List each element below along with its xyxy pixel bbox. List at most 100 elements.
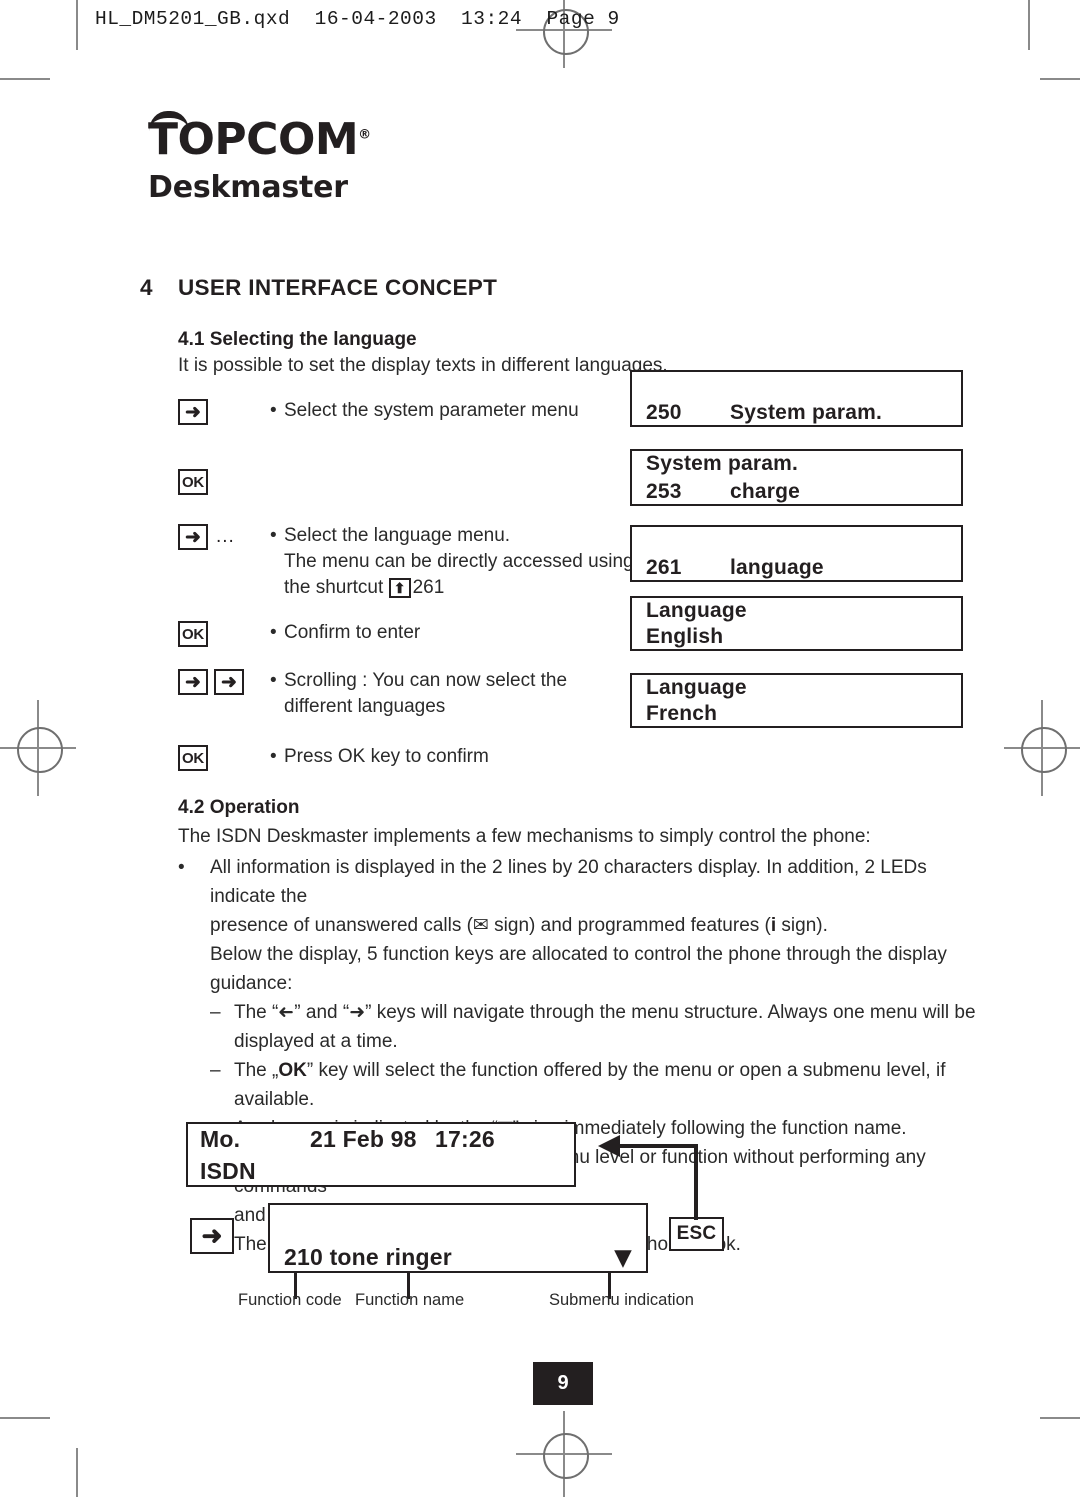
section-42-intro: The ISDN Deskmaster implements a few mec…	[178, 826, 871, 847]
dash-2-b: ” key will select the function offered b…	[234, 1060, 946, 1110]
step-text: • Press OK key to confirm	[270, 744, 489, 770]
registration-mark-bottom	[516, 1411, 612, 1497]
step-line-1: Select the language menu.	[284, 525, 511, 546]
section-41-intro: It is possible to set the display texts …	[178, 355, 668, 376]
idle-line2: ISDN	[200, 1158, 256, 1184]
dash-text: The “➜” and “➜” keys will navigate throu…	[234, 998, 976, 1056]
diagram-menu-display: 210 tone ringer ▼	[268, 1203, 648, 1273]
display-code: 253	[646, 480, 682, 503]
step-line: Confirm to enter	[284, 622, 421, 643]
registered-trademark-icon: ®	[358, 127, 371, 143]
crop-rule-left-top	[76, 0, 78, 50]
registration-mark-right	[1004, 700, 1080, 796]
display-line-1	[632, 527, 961, 554]
step-text: • Scrolling : You can now select the diff…	[270, 668, 567, 720]
bullet-line-1: All information is displayed in the 2 li…	[210, 857, 927, 907]
display-text: English	[646, 625, 724, 648]
step-line: Press OK key to confirm	[284, 746, 489, 767]
bullet-icon: •	[270, 670, 277, 691]
dash-1-a: The “	[234, 1002, 279, 1023]
idle-display-line-2: ISDN	[188, 1155, 574, 1186]
page-number-badge: 9	[533, 1362, 593, 1405]
display-line-1: Language	[632, 675, 961, 701]
menu-line2-left: 210 tone ringer	[284, 1244, 452, 1271]
step-line-2: The menu can be directly accessed using	[284, 551, 634, 572]
up-arrow-key-icon[interactable]: ⬆	[388, 577, 411, 598]
arrow-right-key-icon[interactable]: ➜	[178, 524, 208, 550]
operation-bullet: • All information is displayed in the 2 …	[178, 853, 978, 998]
dash-1-b: ” and “	[294, 1002, 350, 1023]
crop-rule-right-top	[1028, 0, 1030, 50]
display-text-top: Language	[646, 675, 747, 699]
arrow-left-key-icon[interactable]: ➜	[178, 669, 208, 695]
shortcut-code: 261	[412, 577, 445, 598]
bullet-line-2a: presence of unanswered calls (	[210, 915, 473, 936]
step-press-ok: OK • Press OK key to confirm	[178, 744, 489, 771]
display-250-system-param: 250 System param.	[630, 370, 963, 427]
display-language-french: Language French	[630, 673, 963, 728]
ok-key-icon[interactable]: OK	[178, 469, 208, 495]
display-language-english: Language English	[630, 596, 963, 651]
display-text: French	[646, 702, 718, 725]
bullet-icon: •	[270, 525, 277, 546]
section-41-heading: 4.1 Selecting the language	[178, 329, 417, 350]
step-line: Select the system parameter menu	[284, 400, 579, 421]
section-4-title: USER INTERFACE CONCEPT	[178, 275, 498, 300]
caption-submenu-indication: Submenu indication	[549, 1291, 694, 1309]
step-keys: OK	[178, 744, 270, 771]
crop-rule-top-right	[1040, 78, 1080, 80]
menu-display-line-1	[270, 1205, 646, 1238]
esc-connector-vertical	[694, 1144, 698, 1220]
display-code: 261	[646, 556, 682, 579]
step-line-2: different languages	[284, 696, 446, 717]
section-4-heading: 4 USER INTERFACE CONCEPT	[140, 275, 497, 301]
topcom-logo: TOPCOM® Deskmaster	[148, 111, 371, 205]
step-text: • Select the system parameter menu	[270, 398, 579, 424]
bullet-line-2b: sign) and programmed features (	[488, 915, 771, 936]
operation-bullet-text: All information is displayed in the 2 li…	[210, 853, 978, 998]
crop-rule-top-left	[0, 78, 50, 80]
ok-key-icon[interactable]: OK	[178, 621, 208, 647]
step-keys: ➜ ➜	[178, 668, 270, 695]
step-keys: ➜ ...	[178, 523, 270, 550]
bullet-line-3: Below the display, 5 function keys are a…	[210, 944, 947, 994]
display-line-2: English	[632, 624, 961, 650]
bullet-icon: •	[270, 622, 277, 643]
section-4-number: 4	[140, 275, 153, 300]
display-line-1: System param.	[632, 451, 961, 478]
ok-key-icon[interactable]: OK	[178, 745, 208, 771]
caption-function-name: Function name	[355, 1291, 465, 1309]
step-select-system-parameter: ➜ • Select the system parameter menu	[178, 398, 579, 425]
step-line-3: the shurtcut	[284, 577, 384, 598]
esc-connector-horizontal	[618, 1144, 698, 1148]
display-line-2: 250 System param.	[632, 399, 961, 426]
ok-key-label: OK	[278, 1060, 307, 1081]
dash-icon: –	[210, 1002, 221, 1023]
diagram-nav-arrow-key-icon[interactable]: ➜	[190, 1218, 234, 1254]
menu-code: 210	[284, 1244, 323, 1270]
arrow-right-key-icon[interactable]: ➜	[178, 399, 208, 425]
arrow-right-glyph-icon: ➜	[349, 1001, 366, 1023]
section-42-heading: 4.2 Operation	[178, 797, 300, 818]
crop-rule-bottom-right	[1040, 1417, 1080, 1419]
display-line-2: French	[632, 701, 961, 727]
idle-day: Mo.	[200, 1125, 241, 1152]
display-253-charge: System param. 253 charge	[630, 449, 963, 506]
bullet-icon: •	[270, 746, 277, 767]
diagram-esc-key-icon[interactable]: ESC	[669, 1217, 724, 1251]
dash-2-a: The „	[234, 1060, 279, 1081]
submenu-triangle-icon: ▼	[614, 1245, 632, 1271]
menu-display-line-2: 210 tone ringer ▼	[270, 1238, 646, 1271]
crop-rule-left-bottom	[76, 1448, 78, 1497]
idle-time: 17:26	[435, 1125, 495, 1152]
bullet-line-2c: sign).	[776, 915, 828, 936]
diagram-idle-display: Mo. 21 Feb 98 17:26 ISDN	[186, 1122, 576, 1187]
display-text: language	[730, 556, 824, 579]
registration-mark-left	[0, 700, 76, 796]
display-text: System param.	[730, 401, 883, 424]
print-header: HL_DM5201_GB.qxd 16-04-2003 13:24 Page 9	[95, 8, 620, 30]
bullet-icon: •	[270, 400, 277, 421]
document-page: HL_DM5201_GB.qxd 16-04-2003 13:24 Page 9…	[0, 0, 1080, 1497]
display-261-language: 261 language	[630, 525, 963, 582]
arrow-right-key-icon[interactable]: ➜	[214, 669, 244, 695]
